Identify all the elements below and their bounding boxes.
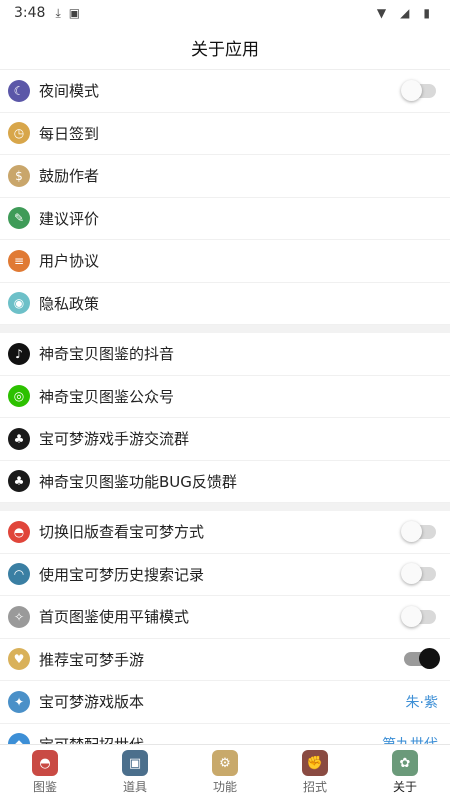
toggle-switch[interactable]	[404, 648, 440, 670]
qq-icon: ♣	[8, 427, 30, 450]
settings-row-label: 用户协议	[39, 252, 100, 271]
settings-row-label: 推荐宝可梦手游	[39, 650, 145, 669]
section-divider	[0, 503, 450, 511]
nav-tab[interactable]: ⚙ 功能	[180, 745, 270, 800]
money-bag-icon: $	[8, 164, 30, 187]
bag-icon: ▣	[122, 750, 148, 776]
battery-icon: ▮	[423, 6, 430, 20]
night-mode-icon: ☾	[8, 79, 30, 102]
settings-row-label: 使用宝可梦历史搜索记录	[39, 565, 205, 584]
generation-icon: ◆	[8, 733, 30, 744]
settings-row[interactable]: ◉ 隐私政策	[0, 282, 450, 325]
status-bar: 3:48 ⤓ ▣ ▼ ◢ ▮	[0, 0, 450, 26]
settings-row-label: 鼓励作者	[39, 167, 100, 186]
settings-row-label: 宝可梦游戏版本	[39, 693, 145, 712]
version-icon: ✦	[8, 690, 30, 713]
settings-list[interactable]: ☾ 夜间模式 ◷ 每日签到 $ 鼓励作者 ✎ 建议评价 ≡ 用户协议 ◉ 隐私政策 ♪ 神奇宝贝图鉴的抖音…	[0, 70, 450, 744]
settings-row[interactable]: ◷ 每日签到	[0, 112, 450, 155]
nav-tab[interactable]: ◓ 图鉴	[0, 745, 90, 800]
toggle-knob	[419, 648, 440, 670]
settings-row-label: 神奇宝贝图鉴的抖音	[39, 345, 175, 364]
moves-icon: ✊	[302, 750, 328, 776]
settings-row[interactable]: $ 鼓励作者	[0, 155, 450, 198]
page-title: 关于应用	[191, 40, 259, 60]
toggle-switch[interactable]	[401, 605, 436, 627]
feather-icon: ✧	[8, 605, 30, 628]
settings-row[interactable]: ✦ 宝可梦游戏版本 朱·紫	[0, 681, 450, 724]
nav-tab[interactable]: ✊ 招式	[270, 745, 360, 800]
settings-row[interactable]: ◓ 切换旧版查看宝可梦方式	[0, 511, 450, 554]
clock-icon: ◷	[8, 122, 30, 145]
nav-tab[interactable]: ▣ 道具	[90, 745, 180, 800]
wechat-icon: ◎	[8, 385, 30, 408]
toggle-switch[interactable]	[401, 79, 436, 101]
pokeball-icon: ◓	[8, 520, 30, 543]
privacy-icon: ◉	[8, 292, 30, 315]
settings-row-label: 隐私政策	[39, 294, 100, 313]
nav-tab-label: 招式	[302, 780, 327, 794]
toggle-switch[interactable]	[401, 563, 436, 585]
download-icon: ⤓	[55, 5, 61, 20]
settings-row-label: 每日签到	[39, 124, 100, 143]
tiktok-icon: ♪	[8, 342, 30, 365]
settings-row-label: 宝可梦配招世代	[39, 734, 382, 744]
settings-row[interactable]: ◆ 宝可梦配招世代第九世代	[0, 723, 450, 744]
snorlax-icon: ◠	[8, 563, 30, 586]
nav-tab-label: 图鉴	[32, 780, 57, 794]
bottom-navigation: ◓ 图鉴 ▣ 道具 ⚙ 功能 ✊ 招式 ✿ 关于	[0, 744, 450, 800]
nav-tab-label: 功能	[212, 780, 237, 794]
settings-row-label: 首页图鉴使用平铺模式	[39, 608, 190, 627]
nav-tab-label: 道具	[122, 780, 147, 794]
settings-row[interactable]: ♣ 宝可梦游戏手游交流群	[0, 418, 450, 461]
qq-icon: ♣	[8, 470, 30, 493]
settings-row-label: 建议评价	[39, 209, 100, 228]
meowth-icon: ♥	[8, 648, 30, 671]
signal-icon: ◢	[400, 6, 410, 20]
settings-row-label: 夜间模式	[39, 82, 100, 101]
toggle-knob	[401, 79, 422, 101]
nav-tab-label: 关于	[392, 780, 417, 794]
wifi-icon: ▼	[376, 6, 387, 20]
settings-row[interactable]: ☾ 夜间模式	[0, 70, 450, 113]
settings-row[interactable]: ✎ 建议评价	[0, 197, 450, 240]
nav-tab[interactable]: ✿ 关于	[360, 745, 450, 800]
settings-row-label: 神奇宝贝图鉴功能BUG反馈群	[39, 472, 237, 491]
pokedex-icon: ◓	[32, 750, 58, 776]
settings-row-label: 神奇宝贝图鉴公众号	[39, 387, 175, 406]
notification-icon: ▣	[68, 6, 81, 20]
feedback-icon: ✎	[8, 207, 30, 230]
settings-row[interactable]: ◠ 使用宝可梦历史搜索记录	[0, 553, 450, 596]
settings-row-label: 宝可梦游戏手游交流群	[39, 430, 190, 449]
toggle-knob	[401, 520, 422, 542]
settings-row-value[interactable]: 第九世代	[382, 734, 438, 744]
agreement-icon: ≡	[8, 249, 30, 272]
status-time: 3:48	[14, 5, 46, 21]
about-icon: ✿	[392, 750, 418, 776]
page-title-bar: 关于应用	[0, 26, 450, 70]
toggle-knob	[401, 563, 422, 585]
toggle-knob	[401, 605, 422, 627]
settings-row[interactable]: ≡ 用户协议	[0, 240, 450, 283]
settings-row[interactable]: ♪ 神奇宝贝图鉴的抖音	[0, 333, 450, 376]
section-divider	[0, 325, 450, 333]
settings-row-value[interactable]: 朱·紫	[406, 692, 438, 712]
settings-row-label: 切换旧版查看宝可梦方式	[39, 523, 205, 542]
settings-row[interactable]: ◎ 神奇宝贝图鉴公众号	[0, 375, 450, 418]
settings-row[interactable]: ♥ 推荐宝可梦手游	[0, 638, 450, 681]
toggle-switch[interactable]	[401, 520, 436, 542]
settings-row[interactable]: ♣ 神奇宝贝图鉴功能BUG反馈群	[0, 460, 450, 503]
function-icon: ⚙	[212, 750, 238, 776]
settings-row[interactable]: ✧ 首页图鉴使用平铺模式	[0, 596, 450, 639]
